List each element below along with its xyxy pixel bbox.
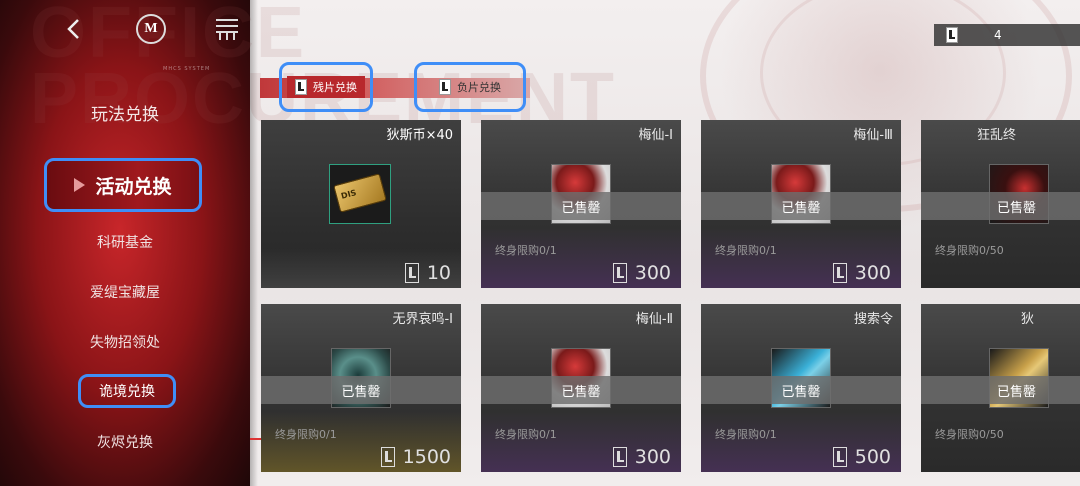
nav-item-research-fund[interactable]: 科研基金 bbox=[0, 232, 250, 252]
item-name: 狄 bbox=[1021, 312, 1035, 327]
purchase-limit: 终身限购0/50 bbox=[935, 428, 1004, 441]
item-price: 300 bbox=[612, 446, 671, 468]
film-token-icon bbox=[612, 263, 627, 283]
film-token-icon bbox=[832, 263, 847, 283]
film-token-icon bbox=[439, 79, 451, 95]
item-price: 300 bbox=[832, 262, 891, 284]
shop-card-endless-lament[interactable]: 无界哀鸣-Ⅰ 已售罄 终身限购0/1 1500 bbox=[261, 304, 461, 472]
logo-icon: M bbox=[144, 21, 158, 36]
shop-card-dis-coin[interactable]: 狄斯币×40 DIS 10 bbox=[261, 120, 461, 288]
sidebar: OFFICE PROCUREMENT M MHCS SYSTEM 玩法兑换 活动… bbox=[0, 0, 614, 486]
item-name: 狄斯币×40 bbox=[386, 128, 453, 143]
film-token-icon bbox=[612, 447, 627, 467]
item-name: 梅仙-Ⅱ bbox=[635, 312, 673, 327]
shop-card-dis[interactable]: 狄 已售罄 终身限购0/50 bbox=[921, 304, 1080, 472]
shop-card-meixian-1[interactable]: 梅仙-Ⅰ 已售罄 终身限购0/1 300 bbox=[481, 120, 681, 288]
nav-item-lost-and-found[interactable]: 失物招领处 bbox=[0, 332, 250, 352]
purchase-limit: 终身限购0/1 bbox=[715, 428, 777, 441]
tab-label: 负片兑换 bbox=[457, 81, 501, 94]
sold-out-banner: 已售罄 bbox=[701, 376, 901, 404]
shop-card-meixian-3[interactable]: 梅仙-Ⅲ 已售罄 终身限购0/1 300 bbox=[701, 120, 901, 288]
item-name: 狂乱终 bbox=[977, 128, 1017, 143]
sold-out-banner: 已售罄 bbox=[481, 376, 681, 404]
sold-out-banner: 已售罄 bbox=[921, 192, 1080, 220]
sold-out-banner: 已售罄 bbox=[261, 376, 461, 404]
nav-item-treasure-house[interactable]: 爱缇宝藏屋 bbox=[0, 282, 250, 302]
film-token-icon bbox=[404, 263, 419, 283]
menu-icon bbox=[216, 19, 238, 40]
nav-item-ash-exchange[interactable]: 灰烬兑换 bbox=[0, 432, 250, 452]
item-price: 10 bbox=[404, 262, 451, 284]
item-price: 300 bbox=[612, 262, 671, 284]
coin-icon: DIS bbox=[329, 164, 391, 224]
item-name: 搜索令 bbox=[853, 312, 893, 327]
system-label: MHCS SYSTEM bbox=[163, 66, 211, 72]
item-price: 1500 bbox=[380, 446, 451, 468]
item-name: 梅仙-Ⅰ bbox=[638, 128, 673, 143]
film-token-icon bbox=[946, 27, 958, 43]
film-token-icon bbox=[380, 447, 395, 467]
item-name: 梅仙-Ⅲ bbox=[853, 128, 893, 143]
nav-item-event-exchange[interactable]: 活动兑换 bbox=[44, 158, 202, 212]
currency-display: 4 bbox=[934, 24, 1080, 46]
back-button[interactable] bbox=[58, 14, 88, 44]
purchase-limit: 终身限购0/1 bbox=[275, 428, 337, 441]
purchase-limit: 终身限购0/50 bbox=[935, 244, 1004, 257]
purchase-limit: 终身限购0/1 bbox=[715, 244, 777, 257]
purchase-limit: 终身限购0/1 bbox=[495, 244, 557, 257]
home-logo-button[interactable]: M bbox=[136, 14, 166, 44]
sold-out-banner: 已售罄 bbox=[921, 376, 1080, 404]
item-name: 无界哀鸣-Ⅰ bbox=[392, 312, 453, 327]
nav-item-label: 活动兑换 bbox=[95, 175, 172, 198]
chevron-left-icon bbox=[67, 19, 79, 39]
nav-item-strange-exchange[interactable]: 诡境兑换 bbox=[78, 374, 176, 408]
purchase-limit: 终身限购0/1 bbox=[495, 428, 557, 441]
currency-value: 4 bbox=[994, 28, 1002, 42]
shop-card-search-order[interactable]: 搜索令 已售罄 终身限购0/1 500 bbox=[701, 304, 901, 472]
sold-out-banner: 已售罄 bbox=[701, 192, 901, 220]
play-icon bbox=[74, 178, 86, 192]
menu-button[interactable] bbox=[214, 16, 240, 42]
shop-card-meixian-2[interactable]: 梅仙-Ⅱ 已售罄 终身限购0/1 300 bbox=[481, 304, 681, 472]
sold-out-banner: 已售罄 bbox=[481, 192, 681, 220]
section-title: 玩法兑换 bbox=[91, 105, 159, 125]
tab-negative-exchange[interactable]: 负片兑换 bbox=[414, 62, 526, 112]
tab-fragment-exchange[interactable]: 残片兑换 bbox=[279, 62, 373, 112]
sidebar-shadow bbox=[250, 0, 258, 486]
tab-label: 残片兑换 bbox=[313, 81, 357, 94]
film-token-icon bbox=[295, 79, 307, 95]
shop-card-frenzy[interactable]: 狂乱终 已售罄 终身限购0/50 bbox=[921, 120, 1080, 288]
item-price: 500 bbox=[832, 446, 891, 468]
film-token-icon bbox=[832, 447, 847, 467]
